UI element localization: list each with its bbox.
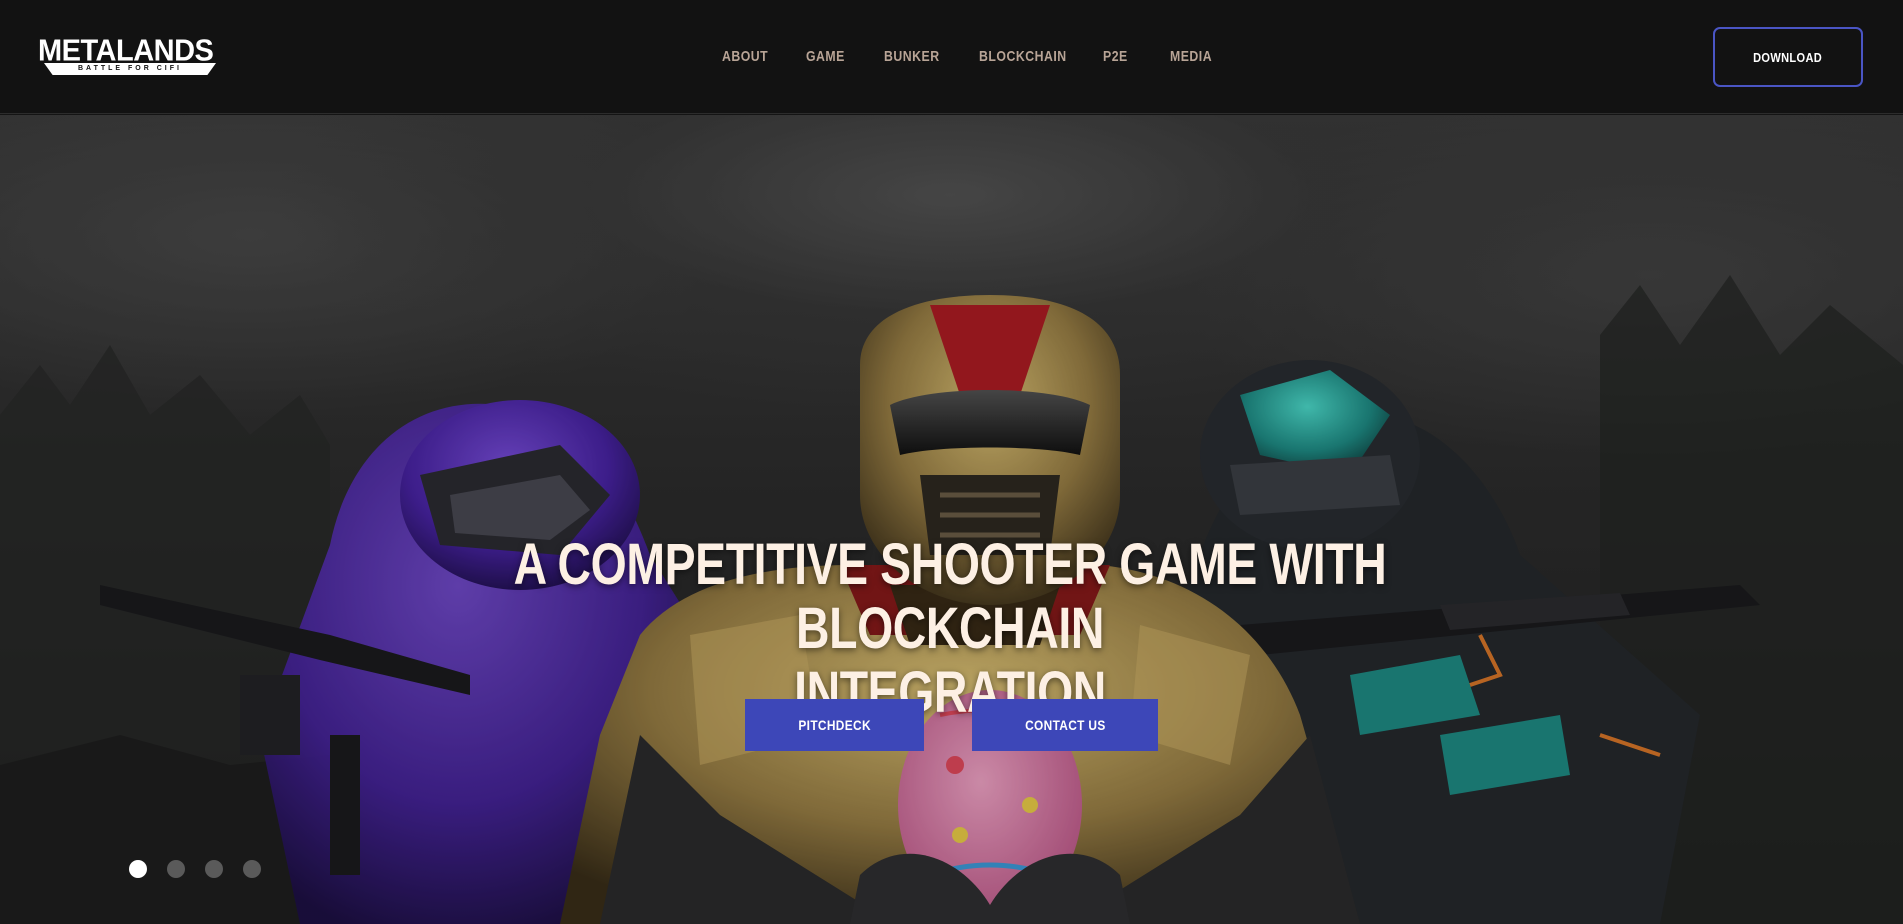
slider-dot-4[interactable] <box>243 860 261 878</box>
page: METALANDS BATTLE FOR CIFI ABOUT GAME BUN… <box>0 0 1903 924</box>
nav-item-bunker[interactable]: BUNKER <box>884 47 940 67</box>
slider-dot-1[interactable] <box>129 860 147 878</box>
slider-pagination <box>129 860 261 878</box>
nav-item-media[interactable]: MEDIA <box>1170 47 1212 67</box>
hero-headline: A COMPETITIVE SHOOTER GAME WITH BLOCKCHA… <box>350 533 1550 725</box>
nav-item-p2e[interactable]: P2E <box>1103 47 1128 67</box>
contact-us-button-label: CONTACT US <box>1024 717 1106 733</box>
slider-dot-3[interactable] <box>205 860 223 878</box>
nav-item-game[interactable]: GAME <box>806 47 845 67</box>
nav-item-blockchain[interactable]: BLOCKCHAIN <box>979 47 1067 67</box>
pitchdeck-button[interactable]: PITCHDECK <box>745 699 924 751</box>
slider-dot-2[interactable] <box>167 860 185 878</box>
nav-item-about[interactable]: ABOUT <box>722 47 768 67</box>
pitchdeck-button-label: PITCHDECK <box>798 717 871 733</box>
metalands-logo[interactable]: METALANDS BATTLE FOR CIFI <box>38 34 224 76</box>
logo-tagline: BATTLE FOR CIFI <box>78 65 182 72</box>
site-header: METALANDS BATTLE FOR CIFI ABOUT GAME BUN… <box>0 0 1903 114</box>
contact-us-button[interactable]: CONTACT US <box>972 699 1158 751</box>
logo-wordmark: METALANDS <box>38 34 214 68</box>
hero-banner: A COMPETITIVE SHOOTER GAME WITH BLOCKCHA… <box>0 115 1903 924</box>
download-button-label: DOWNLOAD <box>1753 49 1823 65</box>
download-button[interactable]: DOWNLOAD <box>1713 27 1863 87</box>
hero-headline-line-1: A COMPETITIVE SHOOTER GAME WITH BLOCKCHA… <box>513 532 1387 661</box>
hero-artwork <box>0 115 1903 924</box>
hero-headline-line-2: INTEGRATION <box>794 660 1106 725</box>
